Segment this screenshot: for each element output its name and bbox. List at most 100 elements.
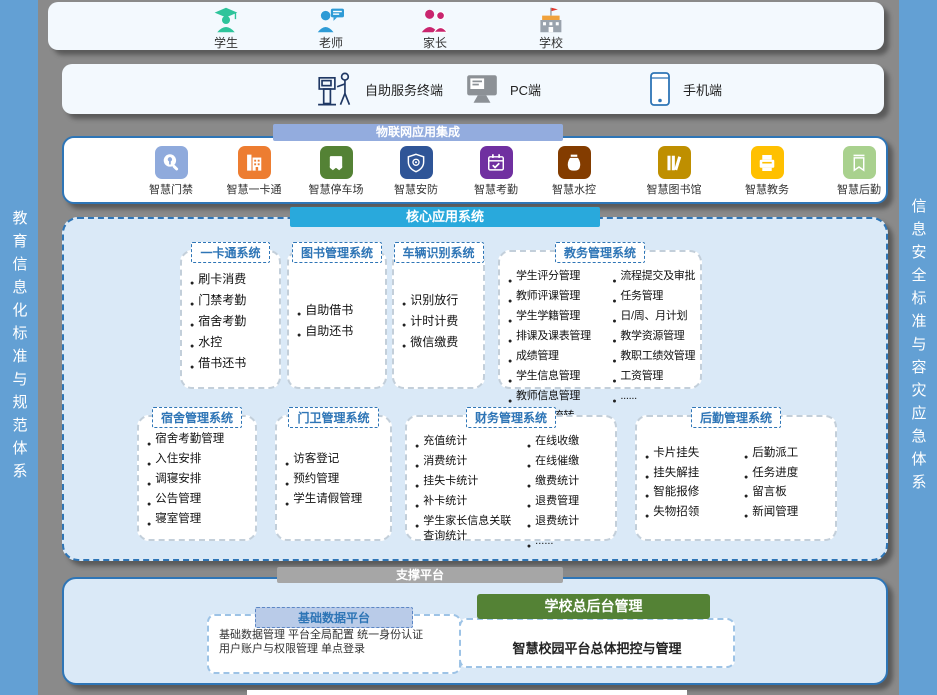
core-banner: 核心应用系统 [290, 207, 600, 227]
right-sidebar-banner: 信息安全标准与容灾应急体系 [899, 0, 937, 695]
bullet-icon: ● [415, 479, 419, 494]
list-item-label: 微信缴费 [410, 334, 458, 355]
list-item-label: 访客登记 [293, 452, 339, 472]
support-banner: 支撑平台 [277, 567, 563, 583]
list-item-label: 智能报修 [653, 485, 699, 505]
bullet-icon: ● [645, 510, 649, 525]
panel-title: 图书管理系统 [292, 242, 382, 263]
phone-icon [647, 70, 673, 108]
iot-item-campus-card: 智慧一卡通 [219, 146, 289, 197]
list-item: ●识别放行 [400, 292, 479, 313]
list-item-label: 充值统计 [423, 434, 467, 454]
campus-card-icon [238, 146, 271, 179]
list-item-label: 挂失卡统计 [423, 474, 478, 494]
bullet-icon: ● [612, 294, 616, 309]
bullet-icon: ● [147, 457, 151, 472]
list-item: ●教师信息管理 [506, 389, 602, 409]
list-item: ● 访客登记 [283, 452, 386, 472]
panel-title: 宿舍管理系统 [152, 407, 242, 428]
list-item: ●任务管理 [610, 289, 698, 309]
list-item: ●在线催缴 [525, 454, 613, 474]
iot-item-label: 智慧后勤 [824, 181, 894, 197]
water-control-icon [558, 146, 591, 179]
right-sidebar-label: 信息安全标准与容灾应急体系 [908, 198, 929, 497]
iot-item-water-control: 智慧水控 [539, 146, 609, 197]
list-item: ●智能报修 [643, 485, 734, 505]
bullet-icon: ● [415, 439, 419, 454]
list-item: ●...... [525, 534, 613, 554]
iot-item-label: 智慧图书馆 [639, 181, 709, 197]
bullet-icon: ● [527, 479, 531, 494]
list-item: ●门禁考勤 [188, 292, 275, 313]
iot-item-label: 智慧一卡通 [219, 181, 289, 197]
panel-columns: ●卡片挂失●挂失解挂●智能报修●失物招领 ●后勤派工●任务进度●留言板●新闻管理 [637, 428, 835, 539]
iot-integration-row: 智慧门禁 智慧一卡通 智慧停车场 [62, 136, 888, 204]
iot-item-label: 智慧水控 [539, 181, 609, 197]
list-item: ●新闻管理 [742, 505, 833, 525]
bullet-icon: ● [612, 374, 616, 389]
bullet-icon: ● [402, 339, 406, 355]
list-item-label: 在线催缴 [535, 454, 579, 474]
teacher-icon [316, 6, 346, 34]
bullet-icon: ● [285, 457, 289, 472]
panel-library-system: 图书管理系统 ●自助借书●自助还书 [287, 250, 387, 389]
access-icon [155, 146, 188, 179]
library-icon [658, 146, 691, 179]
bullet-icon: ● [285, 477, 289, 492]
list-item: ● 退费统计 [525, 514, 613, 534]
panel-dormitory-system: 宿舍管理系统 ●宿舍考勤管理●入住安排●调寝安排●公告管理●寝室管理 [137, 415, 257, 541]
bullet-icon: ● [744, 451, 748, 466]
bullet-icon: ● [402, 318, 406, 334]
list-item: ●教职工绩效管理 [610, 349, 698, 369]
item-list: ●后勤派工●任务进度●留言板●新闻管理 [736, 428, 835, 539]
bullet-icon: ● [415, 519, 419, 544]
iot-banner: 物联网应用集成 [273, 124, 563, 141]
list-item-label: 补卡统计 [423, 494, 467, 514]
item-list: ●流程提交及审批●任务管理●日/周、月计划●教学资源管理●教职工绩效管理●工资管… [604, 263, 700, 433]
bullet-icon: ● [415, 499, 419, 514]
list-item-label: 退费统计 [535, 514, 579, 534]
list-item-label: 学生评分管理 [516, 269, 580, 289]
list-item: ●入住安排 [145, 452, 251, 472]
panel-logistics-system: 后勤管理系统 ●卡片挂失●挂失解挂●智能报修●失物招领 ●后勤派工●任务进度●留… [635, 415, 837, 541]
list-item-label: 成绩管理 [516, 349, 559, 369]
pc-icon [464, 72, 500, 106]
bullet-icon: ● [527, 519, 531, 534]
list-item: ●自助还书 [295, 323, 381, 344]
list-item: ●微信缴费 [400, 334, 479, 355]
terminal-item-pc: PC端 [464, 64, 541, 114]
user-item-label: 学校 [513, 34, 589, 51]
iot-item-logistics: 智慧后勤 [824, 146, 894, 197]
list-item-label: 教学资源管理 [620, 329, 684, 349]
list-item: ● 充值统计 [413, 434, 517, 454]
list-item: ● 挂失解挂 [643, 466, 734, 486]
panel-title: 财务管理系统 [466, 407, 556, 428]
panel-title: 基础数据平台 [255, 607, 413, 628]
list-item-label: 宿舍考勤管理 [155, 432, 224, 452]
list-item-label: 退费管理 [535, 494, 579, 514]
terminal-item-label: 自助服务终端 [365, 80, 443, 99]
list-item: ●学生评分管理 [506, 269, 602, 289]
item-list: ●充值统计●消费统计●挂失卡统计●补卡统计●学生家长信息关联查询统计 [407, 428, 519, 558]
list-item-label: 调寝安排 [155, 472, 201, 492]
panel-title: 教务管理系统 [555, 242, 645, 263]
bullet-icon: ● [645, 471, 649, 486]
list-item-label: 新闻管理 [752, 505, 798, 525]
list-item: ●消费统计 [413, 454, 517, 474]
list-item-label: 任务进度 [752, 466, 798, 486]
list-item: ●...... [610, 389, 698, 409]
item-list: ●在线收缴●在线催缴●缴费统计●退费管理●退费统计●...... [519, 428, 615, 558]
iot-item-academic: 智慧教务 [732, 146, 802, 197]
list-item-label: 挂失解挂 [653, 466, 699, 486]
terminals-row: 自助服务终端 PC端 手机端 [62, 64, 884, 114]
list-item: ●成绩管理 [506, 349, 602, 369]
user-item-school: 学校 [513, 6, 589, 51]
iot-item-label: 智慧门禁 [136, 181, 206, 197]
list-item-label: ...... [620, 389, 637, 409]
academic-icon [751, 146, 784, 179]
list-item-label: 预约管理 [293, 472, 339, 492]
list-item: ●退费管理 [525, 494, 613, 514]
bottom-strip [247, 690, 687, 695]
bullet-icon: ● [508, 334, 512, 349]
list-item: ●留言板 [742, 485, 833, 505]
